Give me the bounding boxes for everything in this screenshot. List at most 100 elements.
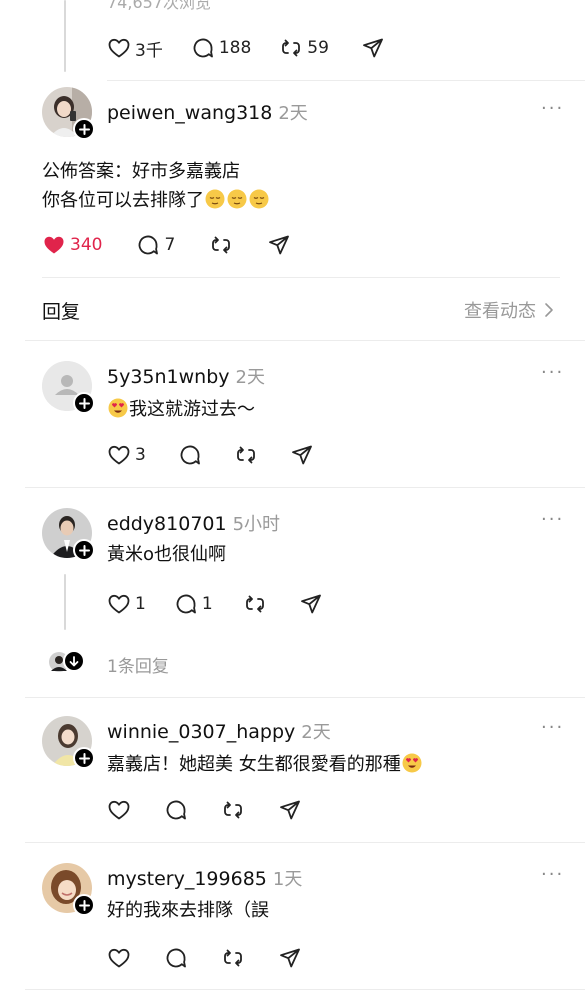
follow-button[interactable] [73,539,95,561]
plus-icon [78,544,90,556]
follow-button[interactable] [73,894,95,916]
share-icon [280,948,300,968]
username-text[interactable]: mystery_199685 [107,868,267,890]
comment-button[interactable]: 1 [174,592,213,616]
like-button[interactable]: 3 [107,443,146,467]
comment-count: 188 [218,38,252,58]
like-count: 1 [135,594,146,614]
like-count: 340 [70,235,103,255]
more-button[interactable]: ··· [541,362,564,383]
more-button[interactable]: ··· [541,509,564,530]
post-text-line-2: 你各位可以去排隊了 [42,186,270,215]
timestamp: 2天 [301,722,331,743]
divider [42,277,560,278]
like-count: 3 [135,445,146,465]
view-activity-label[interactable]: 查看动态 [464,297,536,323]
comment-button[interactable] [164,946,188,970]
divider [25,697,585,698]
comment-text: 好的我來去排隊（誤 [107,900,269,921]
replies-title: 回复 [42,301,81,323]
username-text[interactable]: 5y35n1wnby [107,366,230,388]
like-button[interactable]: 1 [107,592,146,616]
follow-button[interactable] [73,747,95,769]
repost-icon [282,39,301,57]
share-icon [269,235,290,255]
like-button[interactable] [107,798,131,822]
timestamp: 2天 [235,367,265,388]
repost-button[interactable] [209,233,233,257]
comment-icon [139,235,159,255]
repost-button[interactable] [221,946,245,970]
divider [25,989,585,990]
thread-line [64,0,66,72]
plus-icon [78,397,90,409]
comment-icon [180,445,200,465]
relieved-face-emoji [227,189,247,209]
comment-icon [193,38,213,58]
username[interactable]: 5y35n1wnby 2天 [107,363,265,389]
username[interactable]: peiwen_wang318 2天 [107,99,308,125]
repost-button[interactable]: 59 [279,36,329,60]
repost-button[interactable] [243,592,267,616]
more-button[interactable]: ··· [541,717,564,738]
like-button[interactable]: 3千 [107,36,163,61]
more-button[interactable]: ··· [541,864,564,885]
reply-avatars[interactable] [48,650,88,674]
follow-button[interactable] [73,118,95,140]
username-text[interactable]: eddy810701 [107,513,227,535]
share-button[interactable] [361,36,385,60]
repost-button[interactable] [234,443,258,467]
heart-icon [108,594,130,614]
comment-actions [107,796,302,824]
share-icon [280,800,300,820]
like-count: 3千 [135,40,163,61]
timestamp: 2天 [278,103,308,124]
repost-count: 59 [307,38,329,58]
top-post-actions: 3千 188 59 [107,34,385,62]
like-button[interactable]: 340 [42,233,102,257]
view-count: 74,657次浏览 [107,0,211,12]
username[interactable]: mystery_199685 1天 [107,865,302,891]
share-button[interactable] [278,946,302,970]
share-button[interactable] [267,233,291,257]
plus-icon [78,123,90,135]
relieved-face-emoji [205,189,225,209]
view-activity-link[interactable]: 查看动态 [464,297,556,323]
divider [25,487,585,488]
username[interactable]: winnie_0307_happy 2天 [107,718,331,744]
share-icon [363,38,383,58]
share-button[interactable] [299,592,323,616]
comment-count: 7 [164,235,176,255]
comment-button[interactable] [164,798,188,822]
divider [107,80,585,81]
username-text[interactable]: winnie_0307_happy [107,721,295,743]
share-button[interactable] [290,443,314,467]
follow-button[interactable] [73,392,95,414]
comment-button[interactable] [178,443,202,467]
comment-button[interactable]: 188 [191,36,251,60]
repost-button[interactable] [221,798,245,822]
like-button[interactable] [107,946,131,970]
comment-icon [176,594,196,614]
comment-text: 黃米o也很仙啊 [107,544,227,565]
share-icon [300,594,321,614]
comment-actions: 1 1 [107,590,323,618]
heart-eyes-emoji [402,753,422,773]
expand-replies-icon [63,650,85,672]
repost-icon [212,236,231,254]
repost-icon [224,949,242,967]
more-icon: ··· [541,717,565,738]
more-button[interactable]: ··· [541,98,564,119]
comment-button[interactable]: 7 [136,233,175,257]
more-icon: ··· [541,98,565,119]
divider [25,842,585,843]
view-replies-link[interactable]: 1条回复 [107,652,169,677]
comment-text-content: 我这就游过去～ [129,399,255,420]
share-button[interactable] [278,798,302,822]
share-icon [291,445,312,465]
timestamp: 1天 [272,869,303,890]
username[interactable]: eddy810701 5小时 [107,510,280,536]
thread-line [64,574,66,630]
username-text[interactable]: peiwen_wang318 [107,102,272,124]
comment-icon [166,948,186,968]
